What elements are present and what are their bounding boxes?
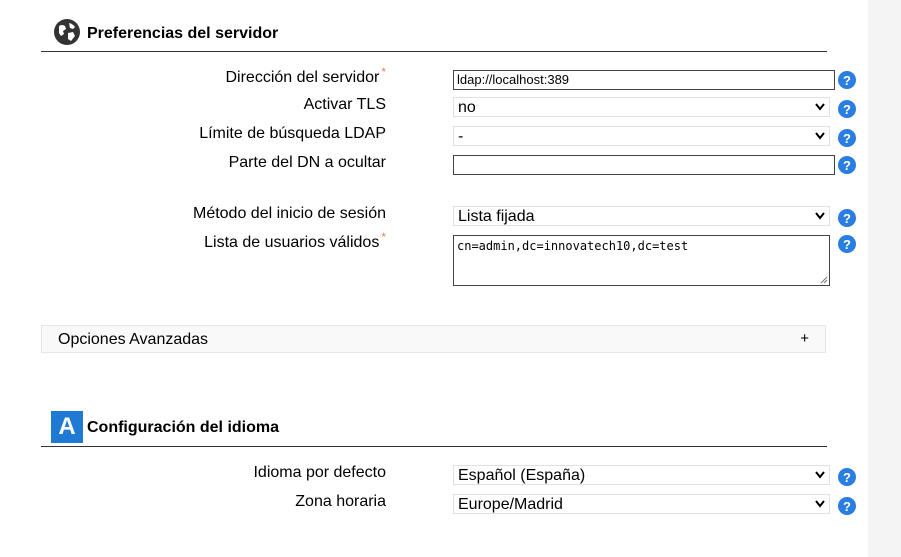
globe-icon	[54, 19, 80, 45]
dn-hide-label: Parte del DN a ocultar	[228, 154, 386, 171]
help-icon[interactable]: ?	[837, 128, 857, 148]
svg-text:?: ?	[843, 470, 851, 485]
svg-text:?: ?	[843, 131, 851, 146]
required-mark: *	[381, 65, 386, 79]
server-address-input[interactable]: ldap://localhost:389	[453, 70, 835, 90]
server-section-header: Preferencias del servidor	[41, 13, 827, 52]
advanced-options-toggle[interactable]: Opciones Avanzadas +	[41, 325, 826, 353]
help-icon[interactable]: ?	[837, 99, 857, 119]
help-icon[interactable]: ?	[837, 155, 857, 175]
login-method-label: Método del inicio de sesión	[192, 205, 386, 222]
chevron-down-icon	[815, 471, 825, 479]
login-method-select[interactable]: Lista fijada	[453, 206, 830, 226]
tls-label: Activar TLS	[303, 96, 386, 113]
default-language-label: Idioma por defecto	[253, 464, 386, 481]
advanced-options-label: Opciones Avanzadas	[58, 331, 209, 348]
svg-text:?: ?	[843, 499, 851, 514]
help-icon[interactable]: ?	[837, 234, 857, 254]
search-limit-label: Límite de búsqueda LDAP	[199, 125, 386, 142]
valid-users-label: Lista de usuarios válidos *	[204, 230, 386, 251]
valid-users-textarea[interactable]: cn=admin,dc=innovatech10,dc=test	[453, 235, 830, 286]
chevron-down-icon	[815, 132, 825, 140]
tls-select[interactable]: no	[453, 97, 830, 117]
svg-text:?: ?	[843, 211, 851, 226]
default-language-select[interactable]: Español (España)	[453, 465, 830, 485]
svg-text:?: ?	[843, 237, 851, 252]
help-icon[interactable]: ?	[837, 208, 857, 228]
search-limit-value: -	[458, 128, 464, 145]
svg-text:?: ?	[843, 158, 851, 173]
section-title: Preferencias del servidor	[87, 25, 279, 42]
timezone-select[interactable]: Europe/Madrid	[453, 494, 830, 514]
help-icon[interactable]: ?	[837, 467, 857, 487]
help-icon[interactable]: ?	[837, 70, 857, 90]
required-mark: *	[381, 230, 386, 244]
chevron-down-icon	[815, 103, 825, 111]
language-section-header: A Configuración del idioma	[41, 408, 827, 447]
resize-grip-icon[interactable]	[820, 276, 828, 284]
expand-icon: +	[800, 330, 809, 347]
help-icon[interactable]: ?	[837, 496, 857, 516]
section-title: Configuración del idioma	[87, 419, 280, 436]
dn-hide-input[interactable]	[453, 155, 835, 175]
search-limit-select[interactable]: -	[453, 126, 830, 146]
chevron-down-icon	[815, 500, 825, 508]
valid-users-value: cn=admin,dc=innovatech10,dc=test	[457, 239, 689, 253]
svg-text:?: ?	[843, 73, 851, 88]
language-icon: A	[51, 411, 83, 443]
server-address-label: Dirección del servidor *	[225, 65, 386, 86]
tls-select-value: no	[458, 99, 476, 116]
timezone-value: Europe/Madrid	[458, 496, 563, 513]
login-method-value: Lista fijada	[458, 208, 535, 225]
chevron-down-icon	[815, 212, 825, 220]
settings-panel: Preferencias del servidor Dirección del …	[0, 0, 868, 557]
default-language-value: Español (España)	[458, 467, 586, 484]
svg-text:?: ?	[843, 102, 851, 117]
timezone-label: Zona horaria	[295, 493, 386, 510]
